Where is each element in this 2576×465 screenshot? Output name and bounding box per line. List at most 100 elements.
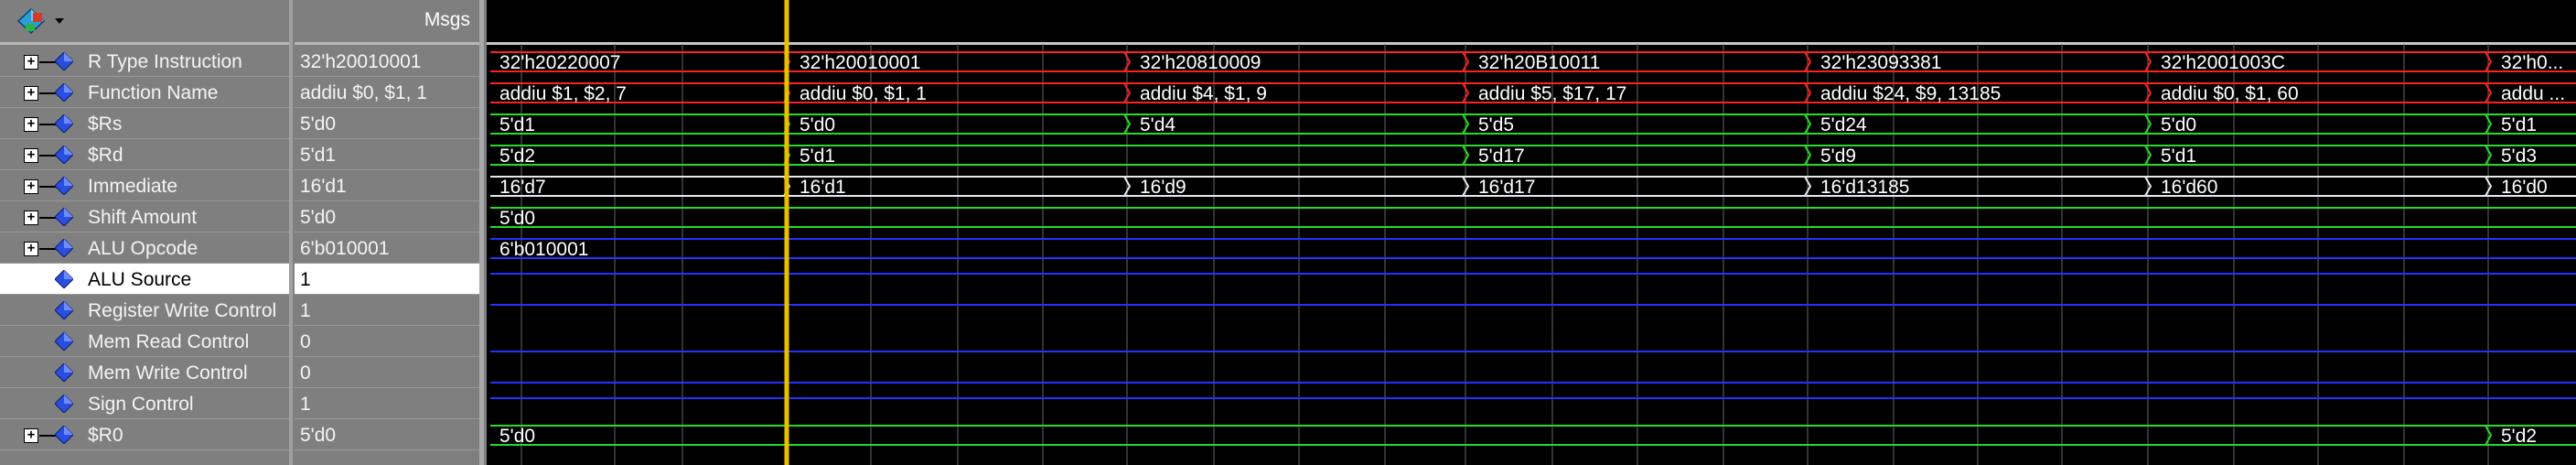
bus-value-label: 6'b010001 <box>499 239 588 260</box>
signal-row[interactable]: Sign Control <box>0 388 289 419</box>
signal-diamond-icon <box>55 83 73 102</box>
signal-value: 5'd0 <box>300 114 337 135</box>
tree-connector <box>39 217 56 219</box>
value-row[interactable]: 6'b010001 <box>295 232 479 264</box>
plus-icon[interactable]: + <box>24 179 38 194</box>
bus-value-label: addiu $0, $1, 1 <box>800 83 927 104</box>
bus-value-label: 32'h20810009 <box>1140 52 1261 73</box>
signal-row[interactable]: + R Type Instruction <box>0 46 289 77</box>
waveform-diamond-icon[interactable] <box>15 5 70 37</box>
bus-value-label: addiu $1, $2, 7 <box>499 83 627 104</box>
signal-diamond-icon <box>55 114 73 133</box>
value-row[interactable]: 1 <box>295 264 479 295</box>
signal-name: $Rs <box>88 114 123 135</box>
waveform-svg: 32'h20220007 32'h20010001 32'h20810009 32'h… <box>490 0 2576 465</box>
value-row[interactable]: 5'd0 <box>295 201 479 232</box>
tree-connector <box>39 248 56 250</box>
tree-connector <box>39 435 56 437</box>
plus-icon[interactable]: + <box>24 117 38 132</box>
value-row[interactable]: 5'd0 <box>295 108 479 139</box>
signal-diamond-icon <box>55 177 73 195</box>
signal-name: Sign Control <box>88 394 194 415</box>
bus-value-label: 16'd0 <box>2501 177 2548 198</box>
signal-row[interactable]: + Immediate <box>0 170 289 201</box>
signal-diamond-icon <box>55 239 73 257</box>
signal-value: 1 <box>300 269 311 290</box>
bus-value-label: 5'd5 <box>1478 114 1514 135</box>
bus-value-label: 32'h0... <box>2501 52 2563 73</box>
signal-diamond-icon <box>55 426 73 444</box>
bus-value-label: 16'd9 <box>1140 177 1186 198</box>
bus-value-label: 32'h20220007 <box>499 52 620 73</box>
signal-row[interactable]: + $Rd <box>0 139 289 170</box>
bus-value-label: 16'd60 <box>2161 177 2217 198</box>
bus-value-label: 5'd3 <box>2501 146 2537 167</box>
signal-row[interactable]: + $R0 <box>0 419 289 450</box>
plus-icon[interactable]: + <box>24 211 38 225</box>
plus-icon[interactable]: + <box>24 428 38 443</box>
bus-value-label: 5'd1 <box>499 114 535 135</box>
bus-value-label: addu ... <box>2501 83 2565 104</box>
value-row[interactable]: 5'd0 <box>295 419 479 450</box>
signal-diamond-icon <box>55 146 73 164</box>
signal-name: $Rd <box>88 145 123 166</box>
signal-row[interactable]: + $Rs <box>0 108 289 139</box>
signal-value: 5'd0 <box>300 207 337 228</box>
signal-row[interactable]: + Function Name <box>0 77 289 108</box>
plus-icon[interactable]: + <box>24 55 38 70</box>
signal-value: addiu $0, $1, 1 <box>300 82 427 103</box>
signal-diamond-icon <box>55 270 73 288</box>
signal-row[interactable]: Register Write Control <box>0 295 289 326</box>
value-row[interactable]: 0 <box>295 326 479 357</box>
signal-diamond-icon <box>55 395 73 413</box>
waveform-canvas[interactable]: 32'h20220007 32'h20010001 32'h20810009 32'h… <box>487 0 2576 465</box>
tree-connector <box>39 124 56 125</box>
signal-value: 32'h20010001 <box>300 51 422 72</box>
signal-name: ALU Source <box>88 269 192 290</box>
value-row[interactable]: 32'h20010001 <box>295 46 479 77</box>
value-row[interactable]: 1 <box>295 295 479 326</box>
signal-row[interactable]: + ALU Opcode <box>0 232 289 264</box>
plus-icon[interactable]: + <box>24 148 38 163</box>
bus-value-label: addiu $4, $1, 9 <box>1140 83 1267 104</box>
tree-connector <box>39 186 56 188</box>
bus-value-label: 5'd17 <box>1478 146 1525 167</box>
signal-diamond-icon <box>55 363 73 382</box>
signal-row[interactable]: ALU Source <box>0 264 289 295</box>
value-row[interactable]: 5'd1 <box>295 139 479 170</box>
plus-icon[interactable]: + <box>24 242 38 256</box>
signal-value: 0 <box>300 362 311 384</box>
value-row[interactable]: 1 <box>295 388 479 419</box>
bus-value-label: addiu $24, $9, 13185 <box>1820 83 2001 104</box>
bus-value-label: 32'h20010001 <box>800 52 920 73</box>
bus-value-label: 32'h20B10011 <box>1478 52 1600 73</box>
bus-value-label: addiu $0, $1, 60 <box>2161 83 2299 104</box>
signal-row[interactable]: Mem Read Control <box>0 326 289 357</box>
bus-value-label: 16'd7 <box>499 177 546 198</box>
tree-connector <box>39 61 56 63</box>
bus-value-label: 5'd1 <box>2501 114 2537 135</box>
signal-value: 0 <box>300 331 311 352</box>
signal-row[interactable]: + Shift Amount <box>0 201 289 232</box>
signal-name: Shift Amount <box>88 207 198 228</box>
signal-value: 5'd1 <box>300 145 337 166</box>
plus-icon[interactable]: + <box>24 86 38 101</box>
bus-value-label: 5'd4 <box>1140 114 1175 135</box>
value-row[interactable]: 0 <box>295 357 479 388</box>
wave-window: + R Type Instruction + Function Name + $Rs + $R… <box>0 0 2576 465</box>
signal-diamond-icon <box>55 332 73 351</box>
signal-name: R Type Instruction <box>88 51 242 72</box>
chevron-down-icon <box>55 18 64 24</box>
signal-name: Immediate <box>88 176 178 197</box>
bus-value-label: 5'd0 <box>2161 114 2196 135</box>
value-pane: Msgs 32'h20010001 addiu $0, $1, 1 5'd0 5'd1… <box>295 0 484 465</box>
value-row[interactable]: 16'd1 <box>295 170 479 201</box>
signal-value: 6'b010001 <box>300 238 390 259</box>
signal-row[interactable]: Mem Write Control <box>0 357 289 388</box>
bus-value-label: 5'd0 <box>800 114 835 135</box>
bus-value-label: 5'd0 <box>499 426 535 447</box>
value-pane-header: Msgs <box>295 0 479 45</box>
value-row[interactable]: addiu $0, $1, 1 <box>295 77 479 108</box>
signal-name: Mem Read Control <box>88 331 250 352</box>
signal-name: Mem Write Control <box>88 362 248 384</box>
